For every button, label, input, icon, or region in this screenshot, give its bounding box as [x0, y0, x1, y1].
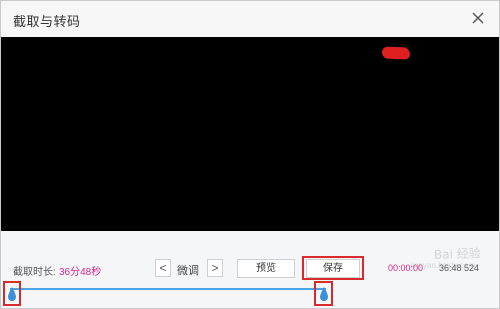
watermark-url: jingyan.baidu.com [410, 261, 475, 270]
red-scribble-mark [381, 46, 411, 60]
duration-value: 36分48秒 [59, 267, 102, 278]
finetune-next-button[interactable]: > [207, 259, 223, 277]
trim-transcode-dialog: 截取与转码 截取时长: 36分48秒 < 微调 > 预览 保存 00:00:00… [0, 0, 500, 309]
timeline-track[interactable] [10, 288, 326, 290]
title-bar: 截取与转码 [1, 1, 499, 37]
start-droplet-handle-icon[interactable] [7, 286, 17, 302]
close-icon[interactable] [469, 9, 487, 27]
finetune-prev-button[interactable]: < [155, 259, 171, 277]
duration-label: 截取时长: [13, 267, 56, 278]
trim-controls: 截取时长: 36分48秒 < 微调 > 预览 保存 00:00:00 36:48… [1, 231, 499, 308]
preview-button[interactable]: 预览 [237, 259, 295, 278]
dialog-title: 截取与转码 [13, 14, 81, 29]
save-button[interactable]: 保存 [306, 259, 360, 278]
end-droplet-handle-icon[interactable] [319, 286, 329, 302]
video-preview-area [1, 37, 499, 231]
finetune-label: 微调 [177, 265, 199, 277]
